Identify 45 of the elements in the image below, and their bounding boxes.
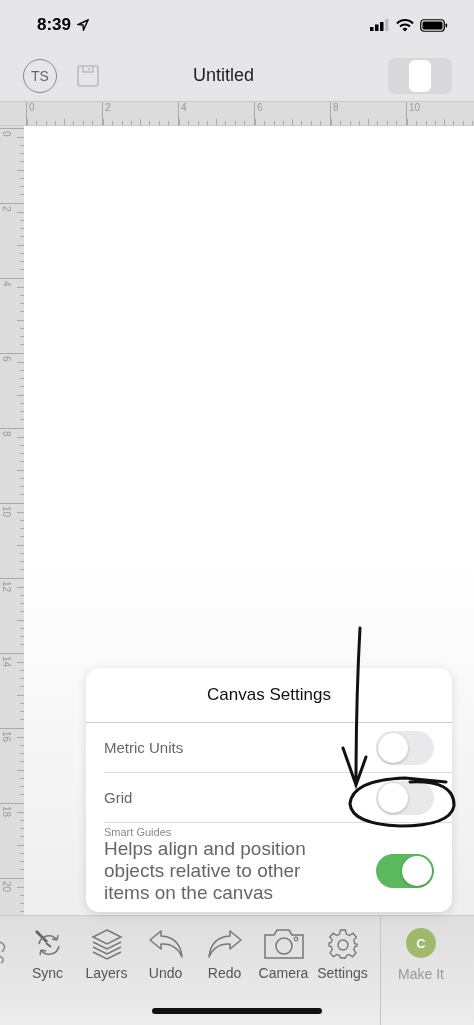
view-toggle[interactable] xyxy=(388,57,452,94)
ruler-label: 8 xyxy=(332,102,340,114)
ruler-label: 12 xyxy=(0,580,12,595)
home-indicator[interactable] xyxy=(152,1008,322,1014)
battery-icon xyxy=(420,18,448,32)
ruler-label: 2 xyxy=(104,102,112,114)
ruler-label: 18 xyxy=(0,805,12,820)
undo-arrow-icon xyxy=(147,928,184,960)
settings-gear-icon xyxy=(327,928,358,960)
toolbar-button[interactable]: Settings xyxy=(313,928,372,981)
ruler-label: 0 xyxy=(0,130,12,139)
ruler-label: 16 xyxy=(0,730,12,745)
ruler-label: 2 xyxy=(0,205,12,214)
setting-label: Metric Units xyxy=(104,739,184,756)
ruler-label: 20 xyxy=(0,880,12,895)
popover-title: Canvas Settings xyxy=(86,668,452,723)
toggle-switch[interactable] xyxy=(376,780,434,815)
setting-description: Helps align and position objects relative to other items on the canvas xyxy=(104,838,307,904)
toggle-switch[interactable] xyxy=(376,854,434,888)
layers-icon xyxy=(90,928,123,960)
ruler-label: 4 xyxy=(180,102,188,114)
wifi-icon xyxy=(396,18,414,32)
ruler-label: 14 xyxy=(0,655,12,670)
toggle-switch[interactable] xyxy=(376,730,434,765)
ruler-label: 10 xyxy=(408,102,422,114)
ruler-label: 6 xyxy=(256,102,264,114)
setting-label: Smart Guides xyxy=(104,826,173,838)
save-icon[interactable] xyxy=(77,64,99,87)
toolbar-button[interactable]: Redo xyxy=(195,928,254,981)
signal-icon xyxy=(370,19,390,31)
ruler-label: 10 xyxy=(0,505,12,520)
status-time: 8:39 xyxy=(37,15,72,35)
toolbar-button[interactable]: Sync xyxy=(18,928,77,981)
ruler-label: 0 xyxy=(28,102,36,114)
redo-arrow-icon xyxy=(206,928,243,960)
setting-label: Grid xyxy=(104,789,133,806)
ruler-label: 6 xyxy=(0,355,12,364)
toolbar-button[interactable]: Undo xyxy=(136,928,195,981)
document-title: Untitled xyxy=(192,65,255,86)
ruler-label: 8 xyxy=(0,430,12,439)
toolbar-button[interactable]: Camera xyxy=(254,928,313,981)
toolbar-button[interactable]: Layers xyxy=(77,928,136,981)
ruler-label: 4 xyxy=(0,280,12,289)
location-arrow-icon xyxy=(77,19,90,31)
camera-icon xyxy=(263,928,304,960)
